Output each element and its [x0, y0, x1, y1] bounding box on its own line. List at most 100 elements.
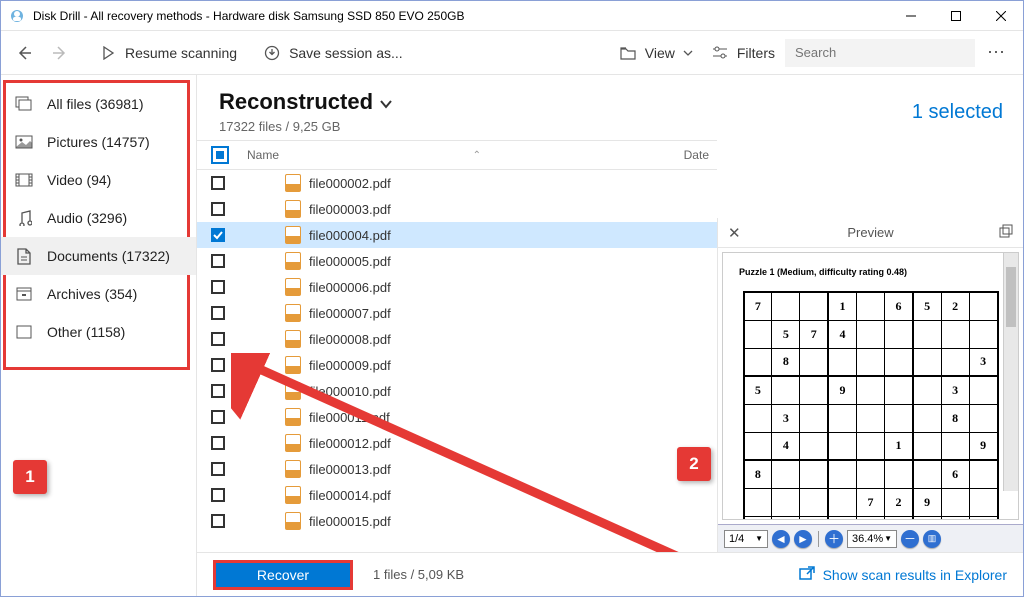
- back-button[interactable]: [7, 40, 41, 66]
- file-checkbox[interactable]: [211, 176, 225, 190]
- file-checkbox[interactable]: [211, 488, 225, 502]
- next-page-button[interactable]: ►: [794, 530, 812, 548]
- column-name[interactable]: Name: [247, 148, 473, 162]
- file-checkbox[interactable]: [211, 436, 225, 450]
- category-stats: 17322 files / 9,25 GB: [219, 119, 1001, 134]
- file-row[interactable]: file000009.pdf: [197, 352, 717, 378]
- sidebar-item-label: Documents (17322): [47, 248, 170, 264]
- preview-scrollbar[interactable]: [1003, 253, 1018, 491]
- file-name: file000012.pdf: [309, 436, 391, 451]
- save-session-button[interactable]: Save session as...: [255, 40, 411, 66]
- file-checkbox[interactable]: [211, 280, 225, 294]
- pdf-icon: [285, 278, 301, 296]
- sort-arrow-icon: ⌃: [473, 150, 481, 161]
- file-name: file000005.pdf: [309, 254, 391, 269]
- file-checkbox[interactable]: [211, 254, 225, 268]
- zoom-in-button[interactable]: ＋: [825, 530, 843, 548]
- file-checkbox[interactable]: [211, 228, 225, 242]
- file-row[interactable]: file000015.pdf: [197, 508, 717, 534]
- pdf-icon: [285, 434, 301, 452]
- file-checkbox[interactable]: [211, 358, 225, 372]
- file-list[interactable]: file000002.pdf file000003.pdf file000004.p…: [197, 170, 717, 552]
- main-panel: Reconstructed 17322 files / 9,25 GB 1 se…: [197, 75, 1023, 596]
- search-input[interactable]: [785, 39, 975, 67]
- pdf-icon: [285, 304, 301, 322]
- resume-label: Resume scanning: [125, 45, 237, 61]
- file-checkbox[interactable]: [211, 410, 225, 424]
- preview-document[interactable]: Puzzle 1 (Medium, difficulty rating 0.48…: [722, 252, 1019, 520]
- fit-page-button[interactable]: ▥: [923, 530, 941, 548]
- file-row[interactable]: file000002.pdf: [197, 170, 717, 196]
- file-name: file000008.pdf: [309, 332, 391, 347]
- maximize-button[interactable]: [933, 1, 978, 31]
- file-row[interactable]: file000003.pdf: [197, 196, 717, 222]
- file-row[interactable]: file000010.pdf: [197, 378, 717, 404]
- titlebar: Disk Drill - All recovery methods - Hard…: [1, 1, 1023, 31]
- file-name: file000007.pdf: [309, 306, 391, 321]
- preview-close-button[interactable]: ✕: [728, 224, 741, 242]
- sidebar-item-2[interactable]: Video (94): [1, 161, 196, 199]
- resume-scan-button[interactable]: Resume scanning: [91, 40, 245, 66]
- file-row[interactable]: file000012.pdf: [197, 430, 717, 456]
- file-checkbox[interactable]: [211, 514, 225, 528]
- file-row[interactable]: file000006.pdf: [197, 274, 717, 300]
- file-name: file000003.pdf: [309, 202, 391, 217]
- view-button[interactable]: View: [611, 40, 701, 66]
- pdf-icon: [285, 330, 301, 348]
- file-row[interactable]: file000008.pdf: [197, 326, 717, 352]
- zoom-field[interactable]: 36.4%▼: [847, 530, 897, 548]
- preview-popout-button[interactable]: [999, 224, 1013, 241]
- film-icon: [15, 171, 33, 189]
- selected-count[interactable]: 1 selected: [912, 101, 1003, 124]
- file-checkbox[interactable]: [211, 332, 225, 346]
- file-name: file000006.pdf: [309, 280, 391, 295]
- column-date[interactable]: Date: [661, 148, 709, 162]
- file-row[interactable]: file000014.pdf: [197, 482, 717, 508]
- minimize-button[interactable]: [888, 1, 933, 31]
- file-row[interactable]: file000005.pdf: [197, 248, 717, 274]
- body: All files (36981)Pictures (14757) Video (…: [1, 75, 1023, 596]
- chevron-down-icon: [683, 44, 693, 62]
- filters-button[interactable]: Filters: [703, 40, 783, 66]
- main-header: Reconstructed 17322 files / 9,25 GB 1 se…: [197, 75, 1023, 140]
- doc-icon: [15, 247, 33, 265]
- document-title: Puzzle 1 (Medium, difficulty rating 0.48…: [739, 267, 1008, 277]
- file-checkbox[interactable]: [211, 306, 225, 320]
- file-checkbox[interactable]: [211, 384, 225, 398]
- sidebar-item-label: Video (94): [47, 172, 111, 188]
- page-indicator[interactable]: 1/4▼: [724, 530, 768, 548]
- sidebar-item-0[interactable]: All files (36981): [1, 85, 196, 123]
- category-title: Reconstructed: [219, 89, 373, 115]
- recover-button[interactable]: Recover: [213, 560, 353, 590]
- annotation-marker-1: 1: [13, 460, 47, 494]
- prev-page-button[interactable]: ◄: [772, 530, 790, 548]
- pdf-icon: [285, 408, 301, 426]
- pdf-icon: [285, 200, 301, 218]
- forward-button[interactable]: [43, 40, 77, 66]
- app-window: Disk Drill - All recovery methods - Hard…: [0, 0, 1024, 597]
- sidebar-item-1[interactable]: Pictures (14757): [1, 123, 196, 161]
- pdf-icon: [285, 460, 301, 478]
- file-row[interactable]: file000011.pdf: [197, 404, 717, 430]
- file-checkbox[interactable]: [211, 462, 225, 476]
- close-button[interactable]: [978, 1, 1023, 31]
- select-all-checkbox[interactable]: [211, 146, 229, 164]
- zoom-out-button[interactable]: －: [901, 530, 919, 548]
- file-row[interactable]: file000004.pdf: [197, 222, 717, 248]
- file-row[interactable]: file000007.pdf: [197, 300, 717, 326]
- filters-label: Filters: [737, 45, 775, 61]
- sidebar-item-6[interactable]: Other (1158): [1, 313, 196, 351]
- sidebar-item-5[interactable]: Archives (354): [1, 275, 196, 313]
- sidebar-item-3[interactable]: Audio (3296): [1, 199, 196, 237]
- file-checkbox[interactable]: [211, 202, 225, 216]
- stack-icon: [15, 95, 33, 113]
- app-icon: [9, 8, 25, 24]
- file-row[interactable]: file000013.pdf: [197, 456, 717, 482]
- more-menu-button[interactable]: ⋯: [977, 42, 1017, 63]
- annotation-marker-2: 2: [677, 447, 711, 481]
- pdf-icon: [285, 382, 301, 400]
- show-in-explorer-link[interactable]: Show scan results in Explorer: [799, 566, 1007, 583]
- category-dropdown[interactable]: Reconstructed: [219, 89, 1001, 115]
- sidebar-item-4[interactable]: Documents (17322): [1, 237, 196, 275]
- save-label: Save session as...: [289, 45, 403, 61]
